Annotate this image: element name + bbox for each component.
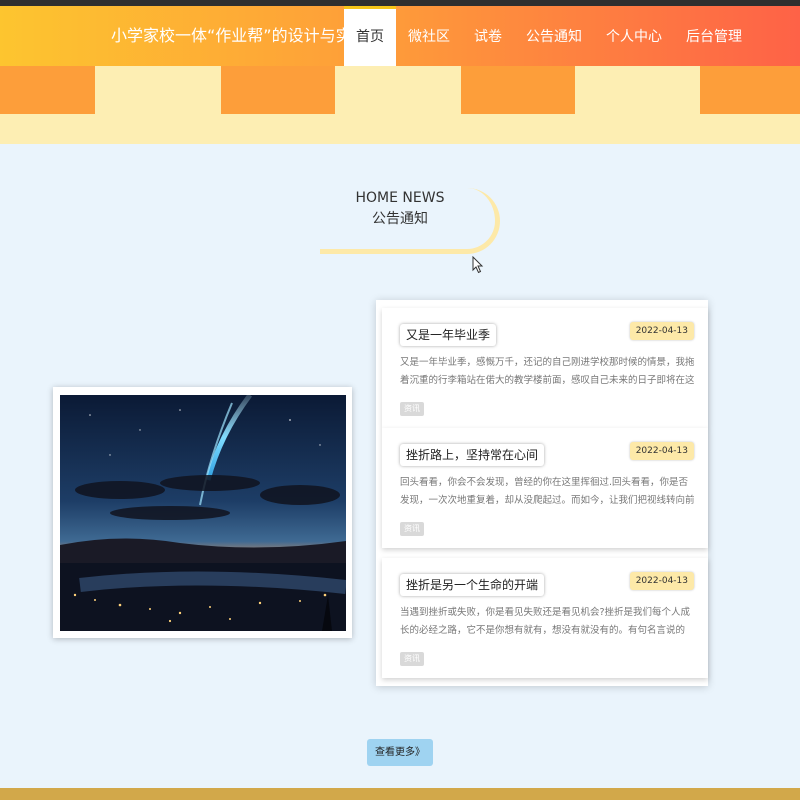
section-heading: HOME NEWS 公告通知 <box>300 188 500 230</box>
decorative-blocks <box>0 66 800 114</box>
nav-item-notices[interactable]: 公告通知 <box>514 6 594 66</box>
news-title[interactable]: 又是一年毕业季 <box>400 324 497 346</box>
section-title-cn: 公告通知 <box>372 211 428 227</box>
view-more-button[interactable]: 查看更多》 <box>367 739 433 766</box>
news-title[interactable]: 挫折路上，坚持常在心间 <box>400 444 545 466</box>
news-card[interactable]: 挫折路上，坚持常在心间 2022-04-13 回头看看，你会不会发现，曾经的你在… <box>382 428 708 548</box>
orange-block <box>700 66 800 114</box>
news-list: 又是一年毕业季 2022-04-13 又是一年毕业季，感慨万千，还记的自己刚进学… <box>376 300 708 686</box>
mouse-cursor-icon <box>472 256 484 274</box>
cream-band <box>0 114 800 144</box>
orange-block <box>461 66 575 114</box>
section-title-en: HOME NEWS <box>355 190 445 206</box>
nav-item-community[interactable]: 微社区 <box>396 6 462 66</box>
news-summary: 当遇到挫折或失败，你是看见失败还是看见机会?挫折是我们每个人成长的必经之路，它不… <box>400 607 691 636</box>
news-summary: 又是一年毕业季，感慨万千，还记的自己刚进学校那时候的情景，我拖着沉重的行李箱站在… <box>400 357 695 386</box>
night-sky-comet-image <box>60 395 346 631</box>
footer-bar <box>0 788 800 800</box>
news-title[interactable]: 挫折是另一个生命的开端 <box>400 574 545 596</box>
orange-block <box>221 66 335 114</box>
news-date: 2022-04-13 <box>629 442 694 460</box>
site-title: 小学家校一体“作业帮”的设计与实现 <box>111 26 368 45</box>
nav-item-papers[interactable]: 试卷 <box>462 6 514 66</box>
news-tag: 资讯 <box>400 522 424 536</box>
news-card[interactable]: 挫折是另一个生命的开端 2022-04-13 当遇到挫折或失败，你是看见失败还是… <box>382 558 708 678</box>
news-summary: 回头看看，你会不会发现，曾经的你在这里挥徊过.回头看看，你是否发现，一次次地重复… <box>400 477 695 506</box>
news-image-frame <box>53 387 352 638</box>
news-date: 2022-04-13 <box>629 572 694 590</box>
news-date: 2022-04-13 <box>629 322 694 340</box>
nav-item-profile[interactable]: 个人中心 <box>594 6 674 66</box>
orange-block <box>0 66 95 114</box>
news-card[interactable]: 又是一年毕业季 2022-04-13 又是一年毕业季，感慨万千，还记的自己刚进学… <box>382 308 708 428</box>
nav-item-home[interactable]: 首页 <box>344 6 396 66</box>
nav-item-admin[interactable]: 后台管理 <box>674 6 754 66</box>
main-nav: 首页 微社区 试卷 公告通知 个人中心 后台管理 <box>344 6 754 66</box>
news-tag: 资讯 <box>400 402 424 416</box>
header: 小学家校一体“作业帮”的设计与实现 首页 微社区 试卷 公告通知 个人中心 后台… <box>0 6 800 66</box>
news-tag: 资讯 <box>400 652 424 666</box>
